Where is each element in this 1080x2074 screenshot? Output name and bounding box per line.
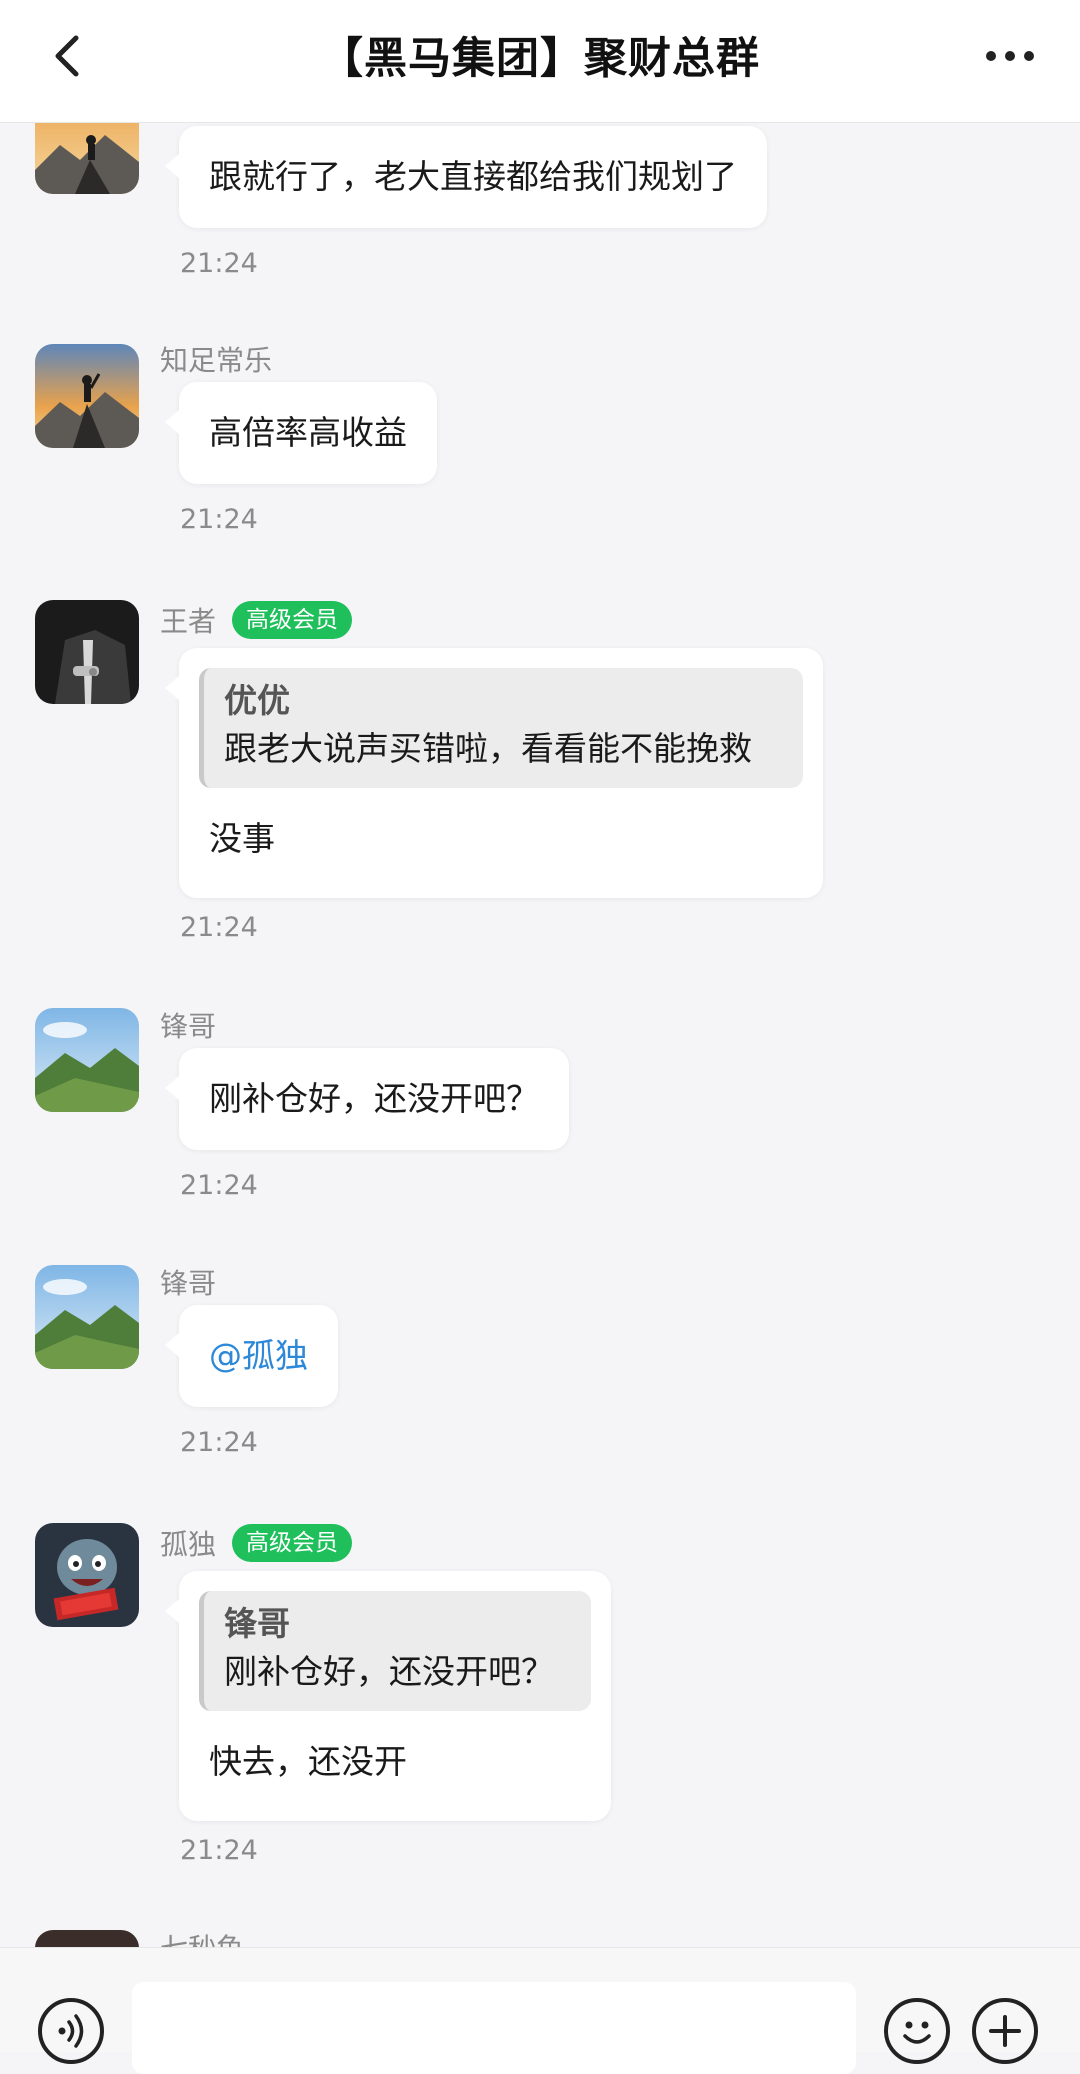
cartoon-character-avatar-icon xyxy=(35,1523,139,1627)
quoted-sender: 优优 xyxy=(224,681,290,720)
message-time: 21:24 xyxy=(180,1427,258,1458)
quoted-message[interactable]: 优优 跟老大说声买错啦，看看能不能挽救 xyxy=(199,668,803,788)
partial-avatar-icon xyxy=(35,1930,139,1947)
vip-badge: 高级会员 xyxy=(232,1524,353,1562)
avatar[interactable] xyxy=(35,1523,139,1627)
sender-name[interactable]: 孤独 xyxy=(160,1523,216,1563)
avatar[interactable] xyxy=(35,1265,139,1369)
plus-icon xyxy=(989,2015,1021,2047)
more-dot xyxy=(1005,51,1015,61)
quoted-text: 跟老大说声买错啦，看看能不能挽救 xyxy=(224,729,752,768)
message-text: 高倍率高收益 xyxy=(209,413,407,452)
mention-link[interactable]: @孤独 xyxy=(179,1305,338,1407)
sender-info: 孤独 高级会员 xyxy=(160,1523,353,1563)
message-time: 21:24 xyxy=(180,912,258,943)
message-bubble[interactable]: 跟就行了，老大直接都给我们规划了 xyxy=(165,126,767,228)
avatar[interactable] xyxy=(35,1008,139,1112)
more-dots-icon xyxy=(986,51,996,61)
sender-info: 锋哥 xyxy=(160,1005,216,1045)
suited-man-avatar-icon xyxy=(35,600,139,704)
message-bubble[interactable]: @孤独 xyxy=(165,1305,338,1407)
message-list[interactable]: 跟就行了，老大直接都给我们规划了 21:24 知足常乐 高倍率高收益 21:24 xyxy=(0,122,1080,1947)
message-time: 21:24 xyxy=(180,1170,258,1201)
sender-name[interactable]: 锋哥 xyxy=(160,1262,216,1302)
sender-name[interactable]: 王者 xyxy=(160,600,216,640)
avatar[interactable] xyxy=(35,1930,139,1947)
emoji-button[interactable] xyxy=(884,1998,950,2064)
more-options-button[interactable] xyxy=(970,26,1050,86)
sender-name[interactable]: 锋哥 xyxy=(160,1005,216,1045)
avatar[interactable] xyxy=(35,344,139,448)
message-time: 21:24 xyxy=(180,248,258,279)
message-bubble[interactable]: 高倍率高收益 xyxy=(165,382,437,484)
mountain-climber-avatar-icon xyxy=(35,122,139,194)
quoted-sender: 锋哥 xyxy=(224,1604,290,1643)
message-time: 21:24 xyxy=(180,1835,258,1866)
green-hills-avatar-icon xyxy=(35,1008,139,1112)
sender-name[interactable]: 七秒鱼 xyxy=(160,1927,244,1947)
vip-badge: 高级会员 xyxy=(232,601,353,639)
voice-wave-icon xyxy=(58,2014,84,2048)
message-bubble[interactable]: 锋哥 刚补仓好，还没开吧？ 快去，还没开 xyxy=(165,1571,611,1821)
message-text: 刚补仓好，还没开吧？ xyxy=(209,1079,539,1118)
mountain-climber-avatar-icon xyxy=(35,344,139,448)
sender-info: 王者 高级会员 xyxy=(160,600,353,640)
page-title: 【黑马集团】聚财总群 xyxy=(320,34,760,84)
sender-name[interactable]: 知足常乐 xyxy=(160,339,272,379)
sender-info: 七秒鱼 xyxy=(160,1927,244,1947)
voice-input-button[interactable] xyxy=(38,1998,104,2064)
message-text: 没事 xyxy=(209,819,275,858)
message-bubble[interactable]: 刚补仓好，还没开吧？ xyxy=(165,1048,569,1150)
green-hills-avatar-icon xyxy=(35,1265,139,1369)
sender-info: 锋哥 xyxy=(160,1262,216,1302)
message-text: 快去，还没开 xyxy=(209,1742,407,1781)
more-dot xyxy=(1024,51,1034,61)
quoted-message[interactable]: 锋哥 刚补仓好，还没开吧？ xyxy=(199,1591,591,1711)
sender-info: 知足常乐 xyxy=(160,339,272,379)
message-bubble[interactable]: 优优 跟老大说声买错啦，看看能不能挽救 没事 xyxy=(165,648,823,898)
quoted-text: 刚补仓好，还没开吧？ xyxy=(224,1652,554,1691)
avatar[interactable] xyxy=(35,122,139,194)
message-input-bar xyxy=(0,1947,1080,2074)
more-actions-button[interactable] xyxy=(972,1998,1038,2064)
avatar[interactable] xyxy=(35,600,139,704)
smiley-icon xyxy=(903,2021,931,2044)
message-input[interactable] xyxy=(132,1982,856,2074)
message-time: 21:24 xyxy=(180,504,258,535)
message-text: 跟就行了，老大直接都给我们规划了 xyxy=(209,157,737,196)
chat-header: 【黑马集团】聚财总群 xyxy=(0,0,1080,123)
